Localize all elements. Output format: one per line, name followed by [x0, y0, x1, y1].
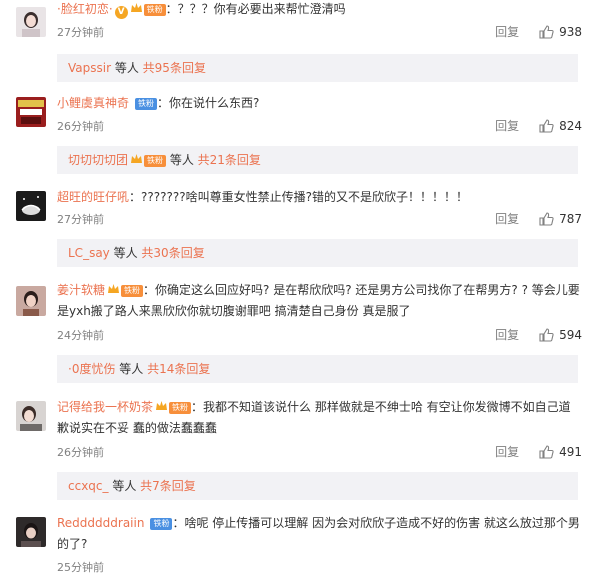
username[interactable]: 姜汁软糖: [57, 283, 105, 297]
username[interactable]: ·脸红初恋·: [57, 2, 113, 16]
like-button[interactable]: 938: [539, 23, 582, 41]
reply-username[interactable]: 切切切切团: [68, 153, 128, 167]
thumbs-up-icon: [539, 328, 554, 342]
reply-summary: 切切切切团 铁粉 等人 共21条回复: [57, 146, 578, 174]
like-button[interactable]: 491: [539, 443, 582, 461]
fan-badge: 铁粉: [121, 285, 144, 297]
comment-meta: 27分钟前 回复 787: [57, 210, 582, 228]
timestamp: 27分钟前: [57, 26, 104, 39]
like-count: 594: [559, 328, 582, 342]
timestamp: 25分钟前: [57, 561, 104, 574]
reply-username[interactable]: ccxqc_: [68, 479, 109, 493]
like-count: 491: [559, 445, 582, 459]
timestamp: 26分钟前: [57, 120, 104, 133]
thumbs-up-icon: [539, 25, 554, 39]
reply-button[interactable]: 回复: [495, 443, 519, 461]
thumbs-up-icon: [539, 212, 554, 226]
avatar[interactable]: [16, 7, 46, 37]
like-count: 938: [559, 25, 582, 39]
timestamp: 27分钟前: [57, 213, 104, 226]
crown-icon: [156, 401, 168, 410]
reply-button[interactable]: 回复: [495, 210, 519, 228]
comment-meta: 27分钟前 回复 938: [57, 23, 582, 41]
reply-summary: Vapssir 等人 共95条回复: [57, 54, 578, 82]
v-verified-icon: V: [114, 6, 128, 19]
reply-button[interactable]: 回复: [495, 117, 519, 135]
view-replies-link[interactable]: 共14条回复: [147, 362, 210, 376]
crown-icon: [108, 284, 120, 293]
like-button[interactable]: 824: [539, 117, 582, 135]
avatar[interactable]: [16, 401, 46, 431]
comment-meta: 26分钟前 回复 491: [57, 443, 582, 461]
username[interactable]: 小鲤虞真神奇: [57, 96, 129, 110]
comment-text: 你在说什么东西?: [169, 96, 260, 110]
thumbs-up-icon: [539, 445, 554, 459]
username[interactable]: 记得给我一杯奶茶: [57, 400, 153, 414]
avatar[interactable]: [16, 97, 46, 127]
comment-meta: 24分钟前 回复 594: [57, 326, 582, 344]
reply-button[interactable]: 回复: [495, 23, 519, 41]
view-replies-link[interactable]: 共7条回复: [140, 479, 196, 493]
fan-badge: 铁粉: [169, 402, 192, 414]
like-count: 787: [559, 212, 582, 226]
timestamp: 24分钟前: [57, 329, 104, 342]
comment-text: ???????啥叫尊重女性禁止传播?错的又不是欣欣子！！！！！: [141, 190, 468, 204]
username[interactable]: 超旺的旺仔吼: [57, 190, 129, 204]
reply-username[interactable]: LC_say: [68, 246, 110, 260]
comment-meta: 26分钟前 回复 824: [57, 117, 582, 135]
fan-badge: 铁粉: [135, 98, 158, 110]
comment-text: ？？？你有必要出来帮忙澄清吗: [177, 2, 346, 16]
reply-summary: LC_say 等人 共30条回复: [57, 239, 578, 267]
reply-button[interactable]: 回复: [495, 326, 519, 344]
avatar[interactable]: [16, 286, 46, 316]
fan-badge: 铁粉: [150, 518, 173, 530]
thumbs-up-icon: [539, 119, 554, 133]
fan-badge: 铁粉: [144, 155, 167, 167]
username[interactable]: Reddddddraiin: [57, 516, 144, 530]
comment-meta: 25分钟前: [57, 558, 582, 576]
crown-icon: [130, 3, 142, 12]
avatar[interactable]: [16, 517, 46, 547]
crown-icon: [131, 154, 143, 163]
reply-summary: ccxqc_ 等人 共7条回复: [57, 472, 578, 500]
reply-username[interactable]: ·0度忧伤: [68, 362, 115, 376]
reply-summary: ·0度忧伤 等人 共14条回复: [57, 355, 578, 383]
like-button[interactable]: 594: [539, 326, 582, 344]
like-button[interactable]: 787: [539, 210, 582, 228]
view-replies-link[interactable]: 共30条回复: [141, 246, 204, 260]
like-count: 824: [559, 119, 582, 133]
reply-username[interactable]: Vapssir: [68, 61, 111, 75]
timestamp: 26分钟前: [57, 446, 104, 459]
view-replies-link[interactable]: 共21条回复: [198, 153, 261, 167]
view-replies-link[interactable]: 共95条回复: [143, 61, 206, 75]
fan-badge: 铁粉: [143, 4, 166, 16]
avatar[interactable]: [16, 191, 46, 221]
